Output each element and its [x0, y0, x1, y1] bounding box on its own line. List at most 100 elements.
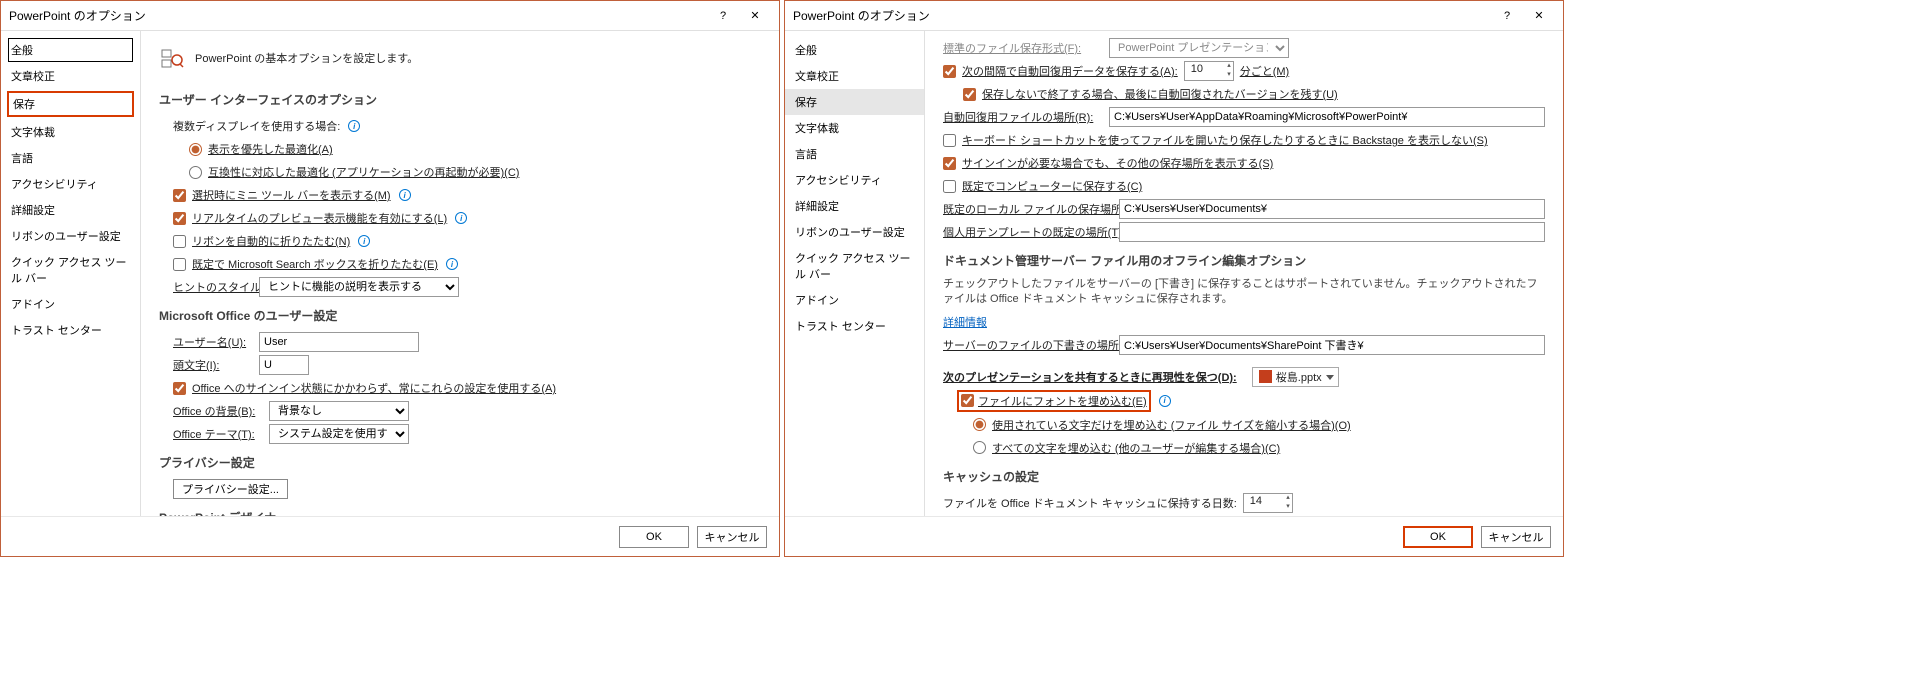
chk-search-collapse-label: 既定で Microsoft Search ボックスを折りたたむ(E) — [192, 256, 438, 272]
sidebar-item-typography[interactable]: 文字体裁 — [1, 119, 140, 145]
initials-label: 頭文字(I): — [173, 357, 253, 373]
username-label: ユーザー名(U): — [173, 334, 253, 350]
chk-search-collapse[interactable] — [173, 258, 186, 271]
sidebar-item-typography[interactable]: 文字体裁 — [785, 115, 924, 141]
sidebar-item-save[interactable]: 保存 — [7, 91, 134, 117]
options-icon — [159, 45, 185, 71]
page-headline: PowerPoint の基本オプションを設定します。 — [195, 50, 418, 66]
sidebar-item-ribbon[interactable]: リボンのユーザー設定 — [1, 223, 140, 249]
ok-button[interactable]: OK — [619, 526, 689, 548]
std-format-label: 標準のファイル保存形式(F): — [943, 40, 1103, 56]
autorecover-loc-label: 自動回復用ファイルの場所(R): — [943, 109, 1103, 125]
info-icon[interactable]: i — [446, 258, 458, 270]
chk-keep-last-label: 保存しないで終了する場合、最後に自動回復されたバージョンを残す(U) — [982, 86, 1338, 102]
office-theme-select[interactable]: システム設定を使用する — [269, 424, 409, 444]
info-icon[interactable]: i — [358, 235, 370, 247]
sidebar-item-language[interactable]: 言語 — [785, 141, 924, 167]
chk-keep-last[interactable] — [963, 88, 976, 101]
radio-embed-all[interactable] — [973, 441, 986, 454]
office-bg-select[interactable]: 背景なし — [269, 401, 409, 421]
sidebar-item-addins[interactable]: アドイン — [1, 291, 140, 317]
chk-embed-fonts[interactable] — [961, 394, 974, 407]
sidebar-item-trust[interactable]: トラスト センター — [785, 313, 924, 339]
sidebar-item-general[interactable]: 全般 — [7, 37, 134, 63]
radio-embed-used-label: 使用されている文字だけを埋め込む (ファイル サイズを縮小する場合)(O) — [992, 417, 1351, 433]
info-icon[interactable]: i — [455, 212, 467, 224]
server-draft-label: サーバーのファイルの下書きの場所(V): — [943, 337, 1113, 353]
sidebar-item-save[interactable]: 保存 — [785, 89, 924, 115]
info-icon[interactable]: i — [399, 189, 411, 201]
username-input[interactable] — [259, 332, 419, 352]
close-button[interactable]: ✕ — [1523, 4, 1555, 28]
section-user: Microsoft Office のユーザー設定 — [159, 307, 761, 324]
local-loc-input[interactable] — [1119, 199, 1545, 219]
chk-always-use-label: Office へのサインイン状態にかかわらず、常にこれらの設定を使用する(A) — [192, 380, 556, 396]
local-loc-label: 既定のローカル ファイルの保存場所(I): — [943, 201, 1113, 217]
section-designer: PowerPoint デザイナー — [159, 509, 761, 516]
cache-days-label: ファイルを Office ドキュメント キャッシュに保持する日数: — [943, 495, 1237, 511]
sidebar-item-accessibility[interactable]: アクセシビリティ — [785, 167, 924, 193]
chk-autosave-label-b: 分ごと(M) — [1240, 63, 1290, 79]
help-button[interactable]: ? — [707, 4, 739, 28]
chk-livepreview[interactable] — [173, 212, 186, 225]
autosave-minutes-spinner[interactable]: 10 — [1184, 61, 1234, 81]
chk-minitoolbar[interactable] — [173, 189, 186, 202]
close-button[interactable]: ✕ — [739, 4, 771, 28]
section-ui: ユーザー インターフェイスのオプション — [159, 91, 761, 108]
sidebar-item-ribbon[interactable]: リボンのユーザー設定 — [785, 219, 924, 245]
sidebar-item-addins[interactable]: アドイン — [785, 287, 924, 313]
cache-days-spinner[interactable]: 14 — [1243, 493, 1293, 513]
server-draft-input[interactable] — [1119, 335, 1545, 355]
chk-ribbon-collapse[interactable] — [173, 235, 186, 248]
fidelity-file-name: 桜島.pptx — [1276, 369, 1322, 385]
radio-embed-used[interactable] — [973, 418, 986, 431]
sidebar-item-proofing[interactable]: 文章校正 — [785, 63, 924, 89]
chk-default-pc[interactable] — [943, 180, 956, 193]
options-sidebar: 全般 文章校正 保存 文字体裁 言語 アクセシビリティ 詳細設定 リボンのユーザ… — [785, 31, 925, 516]
sidebar-item-advanced[interactable]: 詳細設定 — [1, 197, 140, 223]
std-format-select[interactable]: PowerPoint プレゼンテーション — [1109, 38, 1289, 58]
hint-style-select[interactable]: ヒントに機能の説明を表示する — [259, 277, 459, 297]
ok-button[interactable]: OK — [1403, 526, 1473, 548]
section-privacy: プライバシー設定 — [159, 454, 761, 471]
cancel-button[interactable]: キャンセル — [697, 526, 767, 548]
chk-autosave-label-a: 次の間隔で自動回復用データを保存する(A): — [962, 63, 1178, 79]
info-icon[interactable]: i — [1159, 395, 1171, 407]
chk-autosave[interactable] — [943, 65, 956, 78]
initials-input[interactable] — [259, 355, 309, 375]
fidelity-file-select[interactable]: 桜島.pptx — [1252, 367, 1339, 387]
radio-display-best[interactable] — [189, 143, 202, 156]
sidebar-item-general[interactable]: 全般 — [785, 37, 924, 63]
sidebar-item-proofing[interactable]: 文章校正 — [1, 63, 140, 89]
sidebar-item-language[interactable]: 言語 — [1, 145, 140, 171]
hint-style-label: ヒントのスタイル(R): — [173, 279, 253, 295]
sidebar-item-qat[interactable]: クイック アクセス ツール バー — [785, 245, 924, 287]
chk-livepreview-label: リアルタイムのプレビュー表示機能を有効にする(L) — [192, 210, 447, 226]
sidebar-item-advanced[interactable]: 詳細設定 — [785, 193, 924, 219]
chk-default-pc-label: 既定でコンピューターに保存する(C) — [962, 178, 1142, 194]
radio-display-best-label: 表示を優先した最適化(A) — [208, 141, 333, 157]
sidebar-item-trust[interactable]: トラスト センター — [1, 317, 140, 343]
template-loc-label: 個人用テンプレートの既定の場所(T): — [943, 224, 1113, 240]
radio-compat[interactable] — [189, 166, 202, 179]
chk-signin-needed-label: サインインが必要な場合でも、その他の保存場所を表示する(S) — [962, 155, 1273, 171]
privacy-settings-button[interactable]: プライバシー設定... — [173, 479, 288, 499]
info-icon[interactable]: i — [348, 120, 360, 132]
dialog-title: PowerPoint のオプション — [9, 7, 707, 24]
autorecover-loc-input[interactable] — [1109, 107, 1545, 127]
cancel-button[interactable]: キャンセル — [1481, 526, 1551, 548]
office-bg-label: Office の背景(B): — [173, 403, 263, 419]
sidebar-item-qat[interactable]: クイック アクセス ツール バー — [1, 249, 140, 291]
details-link[interactable]: 詳細情報 — [943, 314, 987, 330]
chk-signin-needed[interactable] — [943, 157, 956, 170]
chk-always-use[interactable] — [173, 382, 186, 395]
powerpoint-file-icon — [1259, 370, 1272, 383]
template-loc-input[interactable] — [1119, 222, 1545, 242]
radio-embed-all-label: すべての文字を埋め込む (他のユーザーが編集する場合)(C) — [992, 440, 1280, 456]
help-button[interactable]: ? — [1491, 4, 1523, 28]
chk-backstage[interactable] — [943, 134, 956, 147]
section-fidelity: 次のプレゼンテーションを共有するときに再現性を保つ(D): — [943, 369, 1237, 385]
chk-ribbon-collapse-label: リボンを自動的に折りたたむ(N) — [192, 233, 350, 249]
chk-backstage-label: キーボード ショートカットを使ってファイルを開いたり保存したりするときに Bac… — [962, 132, 1488, 148]
sidebar-item-accessibility[interactable]: アクセシビリティ — [1, 171, 140, 197]
